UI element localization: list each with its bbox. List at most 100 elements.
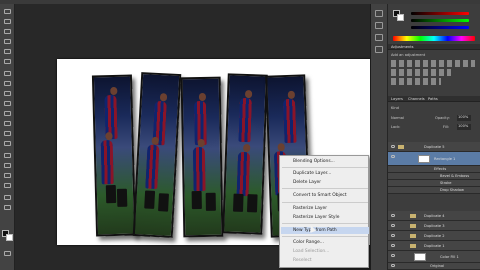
layer-row-original[interactable]: Original bbox=[388, 263, 480, 270]
layer-thumbnail bbox=[414, 253, 426, 261]
menu-separator bbox=[282, 167, 368, 168]
blend-mode-select[interactable]: Normal bbox=[391, 116, 404, 120]
zoom-tool-icon[interactable] bbox=[3, 204, 12, 212]
eyedropper-tool-icon[interactable] bbox=[3, 58, 12, 66]
brush-tool-icon[interactable] bbox=[3, 80, 12, 88]
eye-icon[interactable] bbox=[391, 155, 395, 158]
folder-icon bbox=[410, 244, 416, 248]
eraser-tool-icon[interactable] bbox=[3, 110, 12, 118]
effect-name: Stroke bbox=[440, 181, 452, 185]
layer-name: Duplicate 2 bbox=[424, 234, 445, 238]
opacity-label: Opacity: bbox=[435, 116, 450, 120]
layer-row-duplicate-2[interactable]: Duplicate 2 bbox=[388, 231, 480, 241]
menu-item-reselect: Reselect bbox=[293, 258, 312, 263]
layer-name: Duplicate 5 bbox=[424, 145, 445, 149]
background-color-swatch[interactable] bbox=[6, 234, 13, 241]
eye-icon[interactable] bbox=[391, 264, 395, 267]
menu-item-rasterize-layer[interactable]: Rasterize Layer bbox=[293, 206, 368, 212]
layer-name: Color Fill 1 bbox=[440, 255, 459, 259]
adjustment-icons-row-2[interactable] bbox=[391, 69, 451, 76]
eye-icon[interactable] bbox=[391, 214, 395, 217]
adjustment-icons-row-3[interactable] bbox=[391, 78, 441, 85]
effect-row-stroke[interactable]: Stroke bbox=[388, 180, 480, 187]
tab-paths[interactable]: Paths bbox=[428, 97, 438, 101]
layer-name: Duplicate 1 bbox=[424, 244, 445, 248]
tab-channels[interactable]: Channels bbox=[408, 97, 425, 101]
red-slider[interactable] bbox=[411, 12, 469, 15]
hand-tool-icon[interactable] bbox=[3, 194, 12, 202]
color-bg-swatch[interactable] bbox=[397, 14, 404, 21]
filter-kind-label[interactable]: Kind bbox=[391, 106, 399, 110]
color-ramp[interactable] bbox=[393, 36, 475, 41]
eye-icon[interactable] bbox=[391, 254, 395, 257]
green-slider[interactable] bbox=[411, 19, 469, 22]
lock-label: Lock: bbox=[391, 125, 401, 129]
rectangle-tool-icon[interactable] bbox=[3, 182, 12, 190]
layer-row-color-fill[interactable]: Color Fill 1 bbox=[388, 251, 480, 263]
eye-icon[interactable] bbox=[391, 224, 395, 227]
dodge-tool-icon[interactable] bbox=[3, 140, 12, 148]
menu-item-blending-options[interactable]: Blending Options... bbox=[293, 159, 368, 165]
layer-row-duplicate-4[interactable]: Duplicate 4 bbox=[388, 211, 480, 221]
photoshop-window: Blending Options... Duplicate Layer... D… bbox=[0, 0, 480, 270]
layer-row-duplicate-3[interactable]: Duplicate 3 bbox=[388, 221, 480, 231]
menu-item-new-type-from-path[interactable]: New Type from Path bbox=[293, 228, 368, 234]
quick-select-tool-icon[interactable] bbox=[3, 38, 12, 46]
history-brush-tool-icon[interactable] bbox=[3, 100, 12, 108]
layer-row-duplicate-5[interactable]: Duplicate 5 bbox=[388, 142, 480, 152]
fill-label: Fill: bbox=[443, 125, 450, 129]
history-panel-icon[interactable] bbox=[375, 10, 383, 17]
quick-mask-icon[interactable] bbox=[3, 250, 12, 258]
panel-icon-column bbox=[371, 4, 388, 270]
crop-tool-icon[interactable] bbox=[3, 48, 12, 56]
folder-icon bbox=[410, 214, 416, 218]
tools-panel bbox=[0, 4, 15, 270]
healing-brush-tool-icon[interactable] bbox=[3, 70, 12, 78]
eye-icon[interactable] bbox=[391, 234, 395, 237]
opacity-field[interactable]: 100% bbox=[457, 115, 471, 121]
clone-stamp-tool-icon[interactable] bbox=[3, 90, 12, 98]
menu-item-duplicate-layer[interactable]: Duplicate Layer... bbox=[293, 171, 368, 177]
blur-tool-icon[interactable] bbox=[3, 130, 12, 138]
tab-layers[interactable]: Layers bbox=[391, 97, 403, 101]
gradient-tool-icon[interactable] bbox=[3, 120, 12, 128]
marquee-tool-icon[interactable] bbox=[3, 18, 12, 26]
menu-separator bbox=[282, 236, 368, 237]
type-tool-icon[interactable] bbox=[3, 162, 12, 170]
menu-item-rasterize-layer-style[interactable]: Rasterize Layer Style bbox=[293, 215, 368, 221]
pen-tool-icon[interactable] bbox=[3, 152, 12, 160]
effects-label: Effects bbox=[434, 167, 447, 171]
adjustment-icons-row[interactable] bbox=[391, 60, 475, 67]
folder-icon bbox=[410, 234, 416, 238]
move-tool-icon[interactable] bbox=[3, 8, 12, 16]
lasso-tool-icon[interactable] bbox=[3, 28, 12, 36]
effect-name: Drop Shadow bbox=[440, 188, 464, 192]
fill-field[interactable]: 100% bbox=[457, 124, 471, 130]
tab-adjustments[interactable]: Adjustments bbox=[391, 45, 414, 49]
character-panel-icon[interactable] bbox=[375, 34, 383, 41]
path-selection-tool-icon[interactable] bbox=[3, 172, 12, 180]
menu-item-delete-layer[interactable]: Delete Layer bbox=[293, 180, 368, 186]
menu-separator bbox=[282, 202, 368, 203]
paragraph-panel-icon[interactable] bbox=[375, 46, 383, 53]
menu-item-convert-smart-object[interactable]: Convert to Smart Object bbox=[293, 193, 368, 199]
effects-row[interactable]: Effects bbox=[388, 166, 480, 173]
properties-panel-icon[interactable] bbox=[375, 22, 383, 29]
eye-icon[interactable] bbox=[391, 145, 395, 148]
eye-icon[interactable] bbox=[391, 244, 395, 247]
layer-name: Rectangle 1 bbox=[434, 157, 456, 161]
effect-row-bevel[interactable]: Bevel & Emboss bbox=[388, 173, 480, 180]
layer-row-rectangle-1[interactable]: Rectangle 1 bbox=[388, 152, 480, 166]
folder-icon bbox=[410, 224, 416, 228]
photo-strip-2 bbox=[132, 72, 182, 238]
photo-strip-1 bbox=[91, 74, 137, 237]
layer-name: Duplicate 3 bbox=[424, 224, 445, 228]
layer-context-menu: Blending Options... Duplicate Layer... D… bbox=[279, 155, 369, 268]
adjustments-header: Adjustments bbox=[388, 44, 480, 50]
photo-strip-3 bbox=[180, 76, 224, 238]
panels-dock: Adjustments Add an adjustment Layers Cha… bbox=[370, 4, 480, 270]
layer-row-duplicate-1[interactable]: Duplicate 1 bbox=[388, 241, 480, 251]
effect-row-drop-shadow[interactable]: Drop Shadow bbox=[388, 187, 480, 194]
menu-item-color-range[interactable]: Color Range... bbox=[293, 240, 368, 246]
blue-slider[interactable] bbox=[411, 26, 469, 29]
